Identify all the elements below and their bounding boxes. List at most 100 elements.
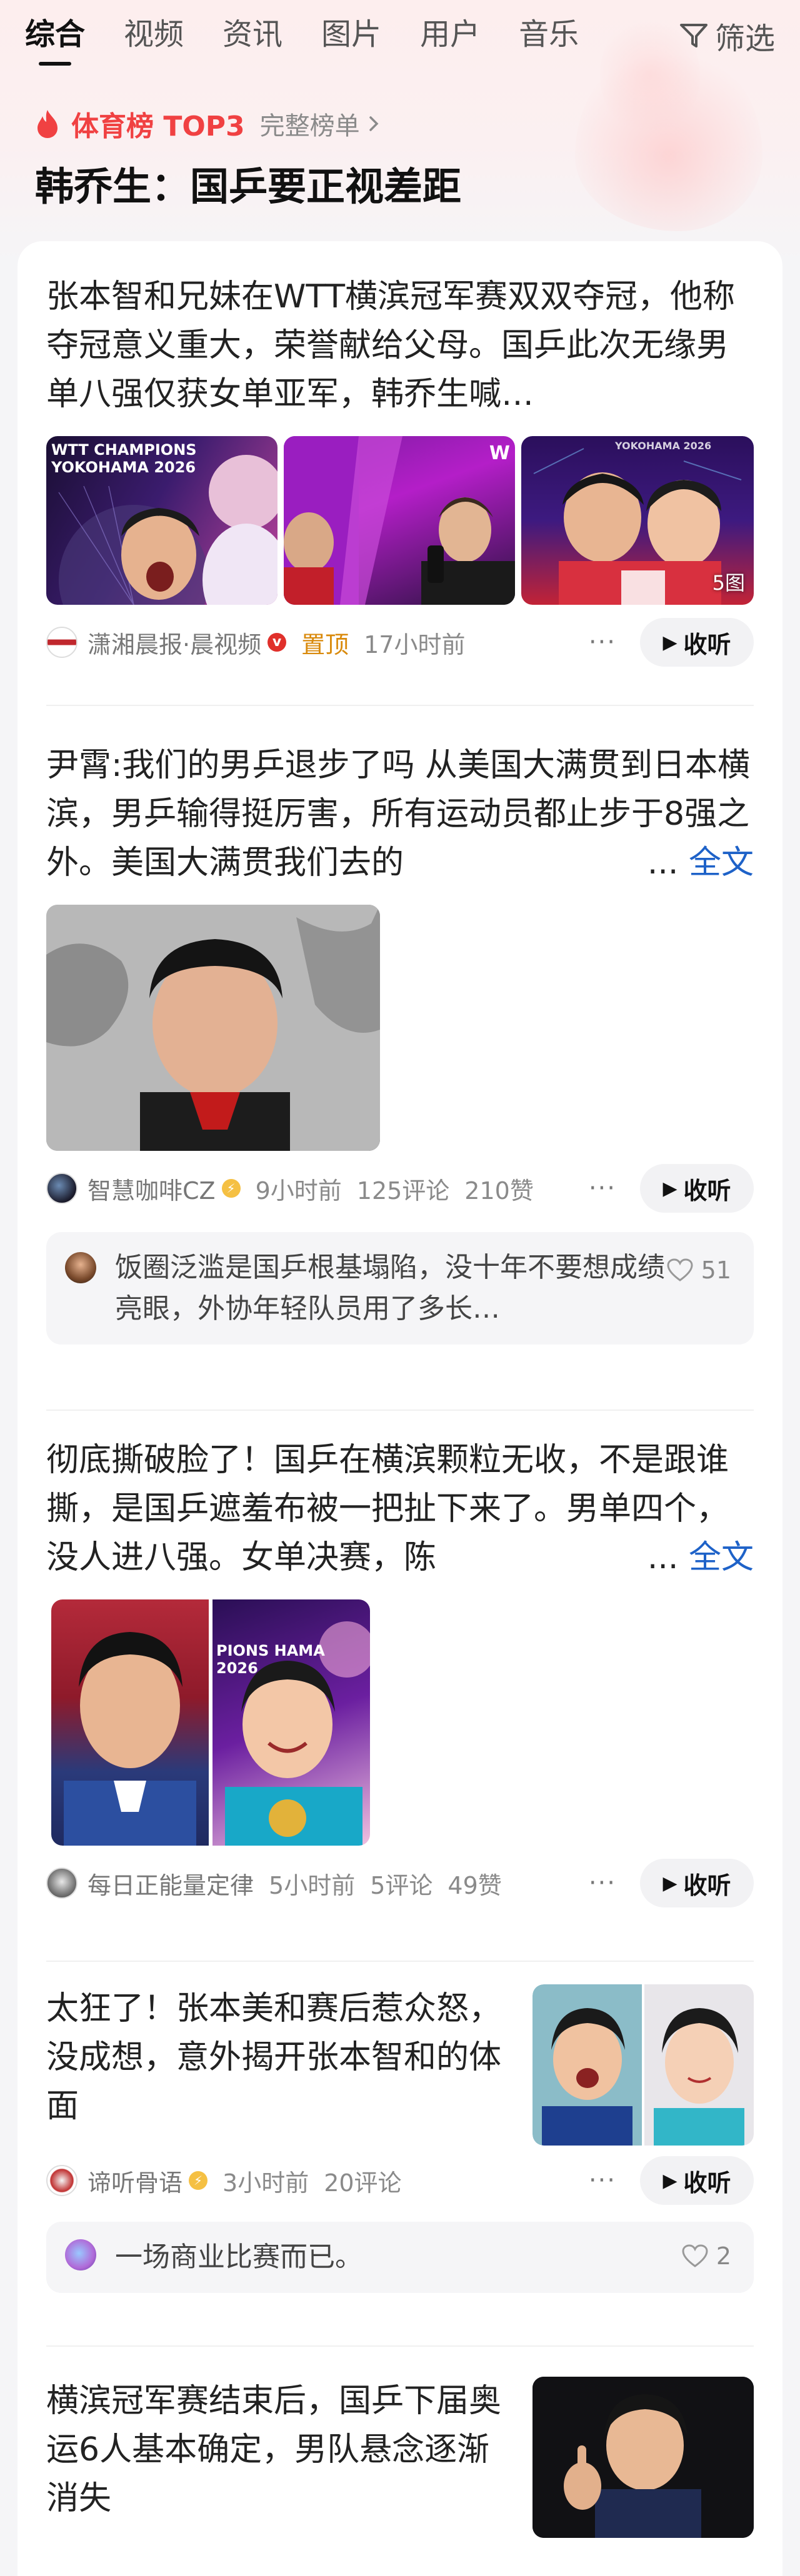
comment-count: 125评论	[356, 1176, 450, 1205]
listen-button[interactable]: ▶ 收听	[640, 2156, 754, 2205]
tab-music[interactable]: 音乐	[519, 9, 579, 53]
expand-full-text[interactable]: ... 全文	[641, 838, 754, 887]
publish-time: 5小时前	[269, 1871, 356, 1899]
flame-icon	[38, 110, 58, 138]
image-caption: WTT CHAMPIONS YOKOHAMA 2026	[51, 441, 197, 476]
commenter-avatar[interactable]	[65, 2239, 96, 2270]
filter-icon	[679, 24, 708, 47]
more-options-icon[interactable]: ···	[589, 1174, 616, 1203]
divider	[46, 705, 754, 706]
feed-card: 张本智和兄妹在WTT横滨冠军赛双双夺冠，他称夺冠意义重大，荣誉献给父母。国乒此次…	[18, 241, 782, 2576]
more-options-icon[interactable]: ···	[589, 1869, 616, 1897]
comment-count: 20评论	[324, 2169, 402, 2197]
comment-like-button[interactable]: 51	[666, 1250, 731, 1291]
publish-time: 9小时前	[255, 1176, 342, 1205]
publish-time: 3小时前	[222, 2169, 309, 2197]
creator-badge-icon: ⚡	[221, 1179, 241, 1198]
filter-label: 筛选	[714, 21, 775, 56]
image-count-badge: 5图	[712, 571, 745, 595]
source-avatar[interactable]	[46, 1867, 78, 1899]
source-name[interactable]: 谛听骨语	[88, 2164, 182, 2198]
image-caption: W	[489, 442, 510, 464]
article-image[interactable]: YOKOHAMA 2026 5图	[521, 436, 754, 605]
tab-users[interactable]: 用户	[420, 9, 480, 53]
full-list-link[interactable]: 完整榜单	[260, 106, 360, 142]
article-image[interactable]	[46, 905, 380, 1151]
hot-list-title: 体育榜 TOP3	[71, 111, 245, 142]
article-card[interactable]: 太狂了！张本美和赛后惹众怒，没成想，意外揭开张本智和的体面 谛听骨语 ⚡ 3小时…	[46, 1984, 754, 2293]
heart-icon	[682, 2244, 708, 2267]
tab-all[interactable]: 综合	[25, 9, 85, 66]
article-image[interactable]	[532, 2377, 754, 2538]
pinned-label: 置顶	[301, 630, 349, 659]
article-image[interactable]	[532, 1984, 754, 2146]
photo-player-pointing	[532, 2377, 754, 2538]
ellipsis: ...	[647, 1539, 679, 1576]
article-title-wrap: 尹霄:我们的男乒退步了吗 从美国大满贯到日本横滨，男乒输得挺厉害，所有运动员都止…	[46, 741, 754, 887]
tab-video[interactable]: 视频	[124, 9, 184, 53]
article-image[interactable]: W	[284, 436, 515, 605]
article-meta: 每日正能量定律 5小时前 5评论 49赞 ··· ▶ 收听	[46, 1858, 754, 1908]
comment-text: 饭圈泛滥是国乒根基塌陷，没十年不要想成绩亮眼，外协年轻队员用了多长…	[115, 1251, 665, 1325]
hot-comment[interactable]: 饭圈泛滥是国乒根基塌陷，没十年不要想成绩亮眼，外协年轻队员用了多长… 51	[46, 1232, 754, 1345]
full-text-link[interactable]: 全文	[689, 1539, 754, 1576]
divider	[46, 1961, 754, 1962]
article-card[interactable]: 横滨冠军赛结束后，国乒下届奥运6人基本确定，男队悬念逐渐消失	[46, 2377, 754, 2538]
play-icon: ▶	[662, 1177, 678, 1200]
more-options-icon[interactable]: ···	[589, 2166, 616, 2195]
source-avatar[interactable]	[46, 1173, 78, 1204]
article-image[interactable]: WTT CHAMPIONS YOKOHAMA 2026	[46, 436, 278, 605]
photo-portrait-man	[46, 905, 380, 1151]
play-icon: ▶	[662, 2169, 678, 2192]
listen-button[interactable]: ▶ 收听	[640, 618, 754, 667]
hot-list-bar[interactable]: 体育榜 TOP3 完整榜单	[35, 104, 384, 144]
article-image[interactable]: PIONS HAMA 2026	[212, 1599, 370, 1846]
comment-like-count: 51	[701, 1256, 731, 1284]
comment-text: 一场商业比赛而已。	[115, 2241, 362, 2273]
like-count: 49赞	[448, 1871, 502, 1899]
divider	[46, 2345, 754, 2347]
source-avatar[interactable]	[46, 627, 78, 658]
source-avatar[interactable]	[46, 2165, 78, 2196]
listen-button[interactable]: ▶ 收听	[640, 1164, 754, 1213]
tab-images[interactable]: 图片	[321, 9, 381, 53]
image-row: PIONS HAMA 2026	[46, 1599, 754, 1846]
tab-news[interactable]: 资讯	[222, 9, 282, 53]
comment-like-count: 2	[716, 2242, 731, 2270]
like-count: 210赞	[464, 1176, 534, 1205]
article-card[interactable]: 张本智和兄妹在WTT横滨冠军赛双双夺冠，他称夺冠意义重大，荣誉献给父母。国乒此次…	[46, 272, 754, 667]
source-name[interactable]: 每日正能量定律	[88, 1866, 254, 1901]
listen-label: 收听	[683, 630, 731, 659]
image-row: WTT CHAMPIONS YOKOHAMA 2026 W YOKOHAMA 2…	[46, 436, 754, 605]
hot-comment[interactable]: 一场商业比赛而已。 2	[46, 2222, 754, 2293]
commenter-avatar[interactable]	[65, 1252, 96, 1283]
image-caption: PIONS HAMA 2026	[216, 1642, 325, 1677]
heart-icon	[667, 1258, 693, 1281]
listen-label: 收听	[683, 1871, 731, 1899]
article-card[interactable]: 尹霄:我们的男乒退步了吗 从美国大满贯到日本横滨，男乒输得挺厉害，所有运动员都止…	[46, 741, 754, 1345]
listen-label: 收听	[683, 1176, 731, 1205]
article-title[interactable]: 太狂了！张本美和赛后惹众怒，没成想，意外揭开张本智和的体面	[46, 1984, 521, 2131]
article-title[interactable]: 横滨冠军赛结束后，国乒下届奥运6人基本确定，男队悬念逐渐消失	[46, 2377, 521, 2523]
article-meta: 潇湘晨报·晨视频 v 置顶 17小时前 ··· ▶ 收听	[46, 617, 754, 667]
source-name[interactable]: 潇湘晨报·晨视频	[88, 625, 261, 660]
publish-time: 17小时前	[364, 630, 466, 659]
source-name[interactable]: 智慧咖啡CZ	[88, 1171, 216, 1206]
article-card[interactable]: 彻底撕破脸了！国乒在横滨颗粒无收，不是跟谁撕，是国乒遮羞布被一把扯下来了。男单四…	[46, 1436, 754, 1908]
listen-label: 收听	[683, 2169, 731, 2197]
filter-button[interactable]: 筛选	[679, 14, 775, 57]
hot-headline[interactable]: 韩乔生：国乒要正视差距	[35, 155, 461, 211]
listen-button[interactable]: ▶ 收听	[640, 1859, 754, 1907]
photo-smiling-girl	[644, 1984, 754, 2146]
comment-like-button[interactable]: 2	[681, 2235, 731, 2277]
article-image[interactable]	[51, 1599, 209, 1846]
photo-coach	[64, 1632, 196, 1846]
ellipsis: ...	[647, 844, 679, 882]
creator-badge-icon: ⚡	[189, 2171, 208, 2190]
article-title-wrap: 彻底撕破脸了！国乒在横滨颗粒无收，不是跟谁撕，是国乒遮羞布被一把扯下来了。男单四…	[46, 1436, 754, 1582]
more-options-icon[interactable]: ···	[589, 628, 616, 657]
expand-full-text[interactable]: ... 全文	[641, 1533, 754, 1582]
full-text-link[interactable]: 全文	[689, 844, 754, 882]
article-title[interactable]: 张本智和兄妹在WTT横滨冠军赛双双夺冠，他称夺冠意义重大，荣誉献给父母。国乒此次…	[46, 272, 754, 419]
photo-interview	[284, 436, 515, 605]
